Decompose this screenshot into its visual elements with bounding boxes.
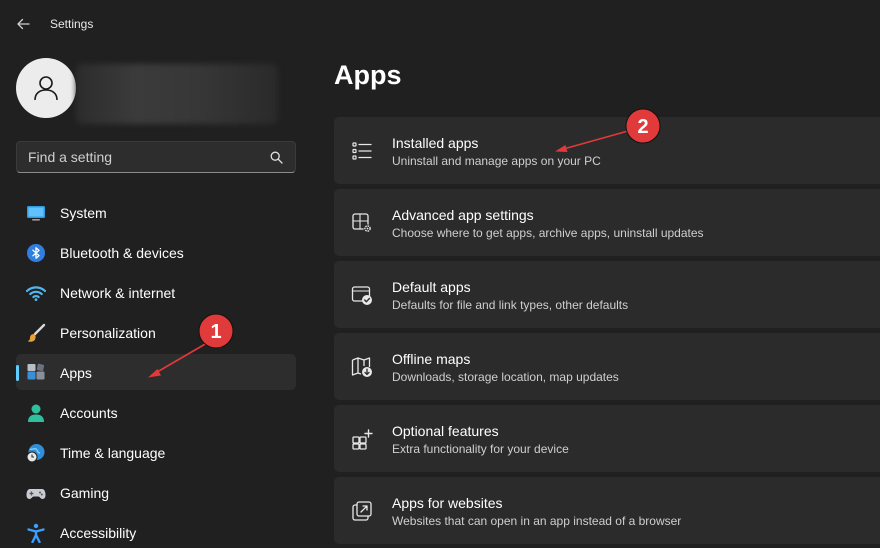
- search-input[interactable]: [17, 142, 295, 172]
- sidebar-item-accessibility[interactable]: Accessibility: [16, 514, 296, 548]
- avatar[interactable]: [16, 58, 76, 118]
- card-installed-apps[interactable]: Installed apps Uninstall and manage apps…: [334, 117, 880, 184]
- card-description: Extra functionality for your device: [392, 442, 569, 456]
- map-download-icon: [351, 357, 372, 377]
- paintbrush-icon: [27, 323, 46, 342]
- apps-icon: [27, 363, 45, 380]
- back-arrow-icon[interactable]: [14, 14, 34, 34]
- card-description: Choose where to get apps, archive apps, …: [392, 226, 704, 240]
- sidebar-item-bluetooth[interactable]: Bluetooth & devices: [16, 234, 296, 270]
- sidebar-item-apps[interactable]: Apps: [16, 354, 296, 390]
- card-title: Optional features: [392, 423, 499, 439]
- card-description: Downloads, storage location, map updates: [392, 370, 619, 384]
- default-apps-icon: [351, 286, 372, 305]
- settings-card-list: Installed apps Uninstall and manage apps…: [334, 117, 880, 548]
- card-title: Offline maps: [392, 351, 471, 367]
- app-title: Settings: [50, 17, 94, 31]
- card-advanced-app-settings[interactable]: Advanced app settings Choose where to ge…: [334, 189, 880, 256]
- card-title: Installed apps: [392, 135, 479, 151]
- card-description: Websites that can open in an app instead…: [392, 514, 682, 528]
- sidebar-item-system[interactable]: System: [16, 194, 296, 230]
- sidebar-item-label: Apps: [60, 365, 92, 381]
- sidebar-item-label: Gaming: [60, 485, 110, 501]
- card-description: Uninstall and manage apps on your PC: [392, 154, 601, 168]
- gamepad-icon: [26, 489, 46, 499]
- card-title: Apps for websites: [392, 495, 503, 511]
- sidebar-item-label: Time & language: [60, 445, 166, 461]
- sidebar-item-label: Accessibility: [60, 525, 137, 541]
- accessibility-icon: [27, 523, 45, 543]
- sidebar-item-label: Accounts: [60, 405, 118, 421]
- page-title: Apps: [334, 60, 402, 90]
- app-settings-icon: [352, 213, 372, 233]
- system-monitor-icon: [27, 206, 45, 221]
- search-icon[interactable]: [270, 151, 283, 164]
- card-default-apps[interactable]: Default apps Defaults for file and link …: [334, 261, 880, 328]
- sidebar-nav: System Bluetooth & devices Network & int…: [16, 194, 296, 548]
- sidebar-item-label: System: [60, 205, 107, 221]
- sidebar-item-network[interactable]: Network & internet: [16, 274, 296, 310]
- sidebar-item-personalization[interactable]: Personalization: [16, 314, 296, 350]
- open-link-icon: [352, 501, 372, 521]
- add-features-icon: [352, 429, 373, 450]
- sidebar-item-accounts[interactable]: Accounts: [16, 394, 296, 430]
- card-optional-features[interactable]: Optional features Extra functionality fo…: [334, 405, 880, 472]
- sidebar-item-label: Personalization: [60, 325, 156, 341]
- bluetooth-icon: [27, 244, 45, 262]
- card-offline-maps[interactable]: Offline maps Downloads, storage location…: [334, 333, 880, 400]
- search-box[interactable]: [16, 141, 296, 173]
- person-icon: [34, 76, 58, 101]
- card-description: Defaults for file and link types, other …: [392, 298, 629, 312]
- sidebar-item-label: Bluetooth & devices: [60, 245, 184, 261]
- account-icon: [28, 404, 44, 422]
- sidebar-item-time-language[interactable]: Time & language: [16, 434, 296, 470]
- list-icon: [352, 142, 372, 160]
- profile-name-redacted: [76, 64, 278, 124]
- card-title: Advanced app settings: [392, 207, 534, 223]
- sidebar-item-label: Network & internet: [60, 285, 176, 301]
- title-bar: Settings: [0, 0, 880, 48]
- card-apps-for-websites[interactable]: Apps for websites Websites that can open…: [334, 477, 880, 544]
- card-title: Default apps: [392, 279, 471, 295]
- sidebar-item-gaming[interactable]: Gaming: [16, 474, 296, 510]
- wifi-icon: [26, 286, 46, 301]
- globe-clock-icon: [26, 444, 45, 463]
